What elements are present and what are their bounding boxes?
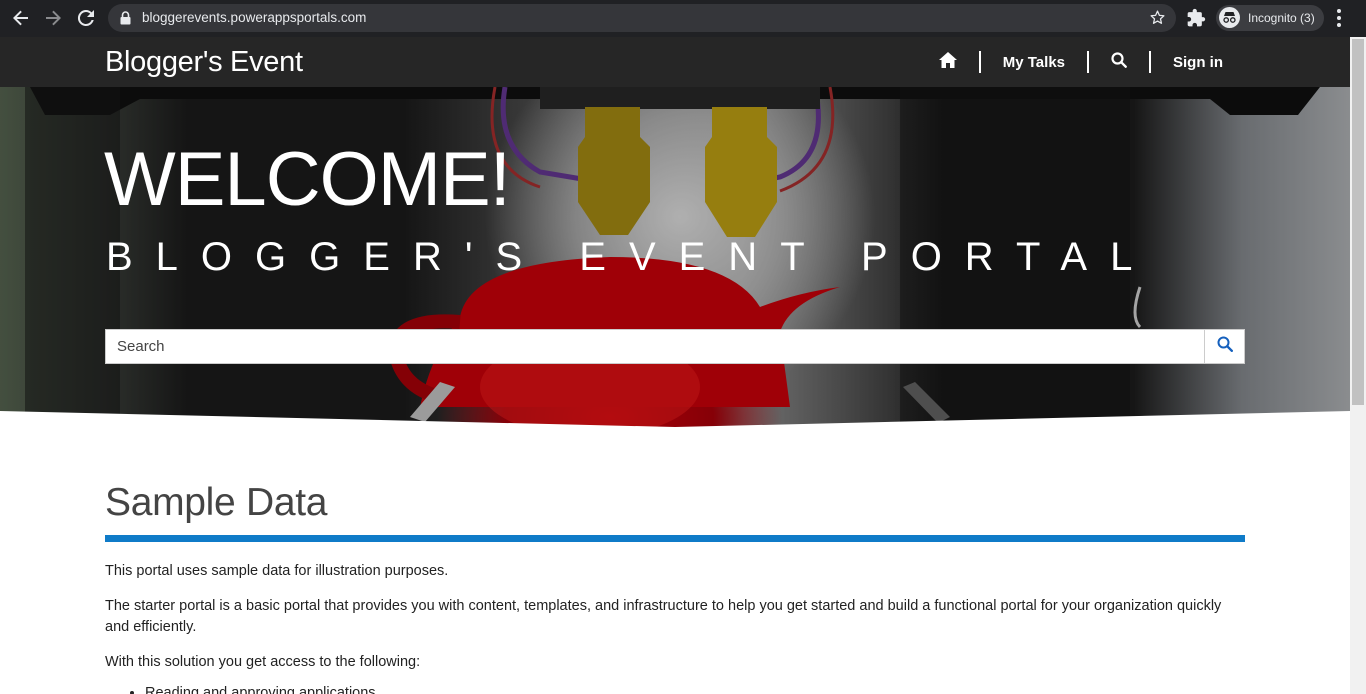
search-submit-button[interactable] <box>1204 330 1244 363</box>
search-icon <box>1217 336 1233 357</box>
address-bar[interactable]: bloggerevents.powerappsportals.com <box>108 4 1176 32</box>
nav-links: My Talks Sign in <box>917 37 1245 87</box>
hero-search-box <box>105 329 1245 364</box>
list-item: Reading and approving applications <box>145 683 1245 694</box>
my-talks-link[interactable]: My Talks <box>981 37 1087 87</box>
home-link[interactable] <box>917 37 979 87</box>
brand-link[interactable]: Blogger's Event <box>105 46 303 79</box>
hero-subtitle: BLOGGER'S EVENT PORTAL <box>106 235 1156 279</box>
lock-icon <box>120 11 131 30</box>
feature-list: Reading and approving applications <box>105 683 1245 694</box>
page-scrollbar[interactable] <box>1350 37 1366 694</box>
incognito-indicator[interactable]: Incognito (3) <box>1216 5 1324 31</box>
nav-search-button[interactable] <box>1089 37 1149 87</box>
home-icon <box>938 52 957 72</box>
sign-in-link[interactable]: Sign in <box>1151 37 1245 87</box>
back-icon[interactable] <box>9 7 33 29</box>
hero-curve-divider <box>0 411 1350 427</box>
section-title: Sample Data <box>105 480 1245 542</box>
star-icon[interactable] <box>1149 9 1166 31</box>
search-input[interactable] <box>106 330 1204 363</box>
paragraph: This portal uses sample data for illustr… <box>105 562 449 579</box>
url-text: bloggerevents.powerappsportals.com <box>142 10 367 25</box>
forward-icon[interactable] <box>41 7 65 29</box>
paragraph: The starter portal is a basic portal tha… <box>105 597 1222 635</box>
reload-icon[interactable] <box>74 7 98 29</box>
site-navbar: Blogger's Event My Talks Sign in <box>0 37 1350 87</box>
extensions-icon[interactable] <box>1186 8 1206 33</box>
browser-toolbar: bloggerevents.powerappsportals.com Incog… <box>0 0 1366 37</box>
paragraph: With this solution you get access to the… <box>105 653 421 670</box>
menu-icon[interactable] <box>1336 8 1342 33</box>
hero-title: WELCOME! <box>104 137 511 222</box>
incognito-icon <box>1219 7 1240 28</box>
hero-banner: WELCOME! BLOGGER'S EVENT PORTAL <box>0 87 1350 427</box>
search-icon <box>1111 52 1127 72</box>
main-content: Sample Data This portal uses sample data… <box>105 480 1245 694</box>
incognito-label: Incognito (3) <box>1248 11 1315 25</box>
scrollbar-thumb[interactable] <box>1352 39 1364 405</box>
